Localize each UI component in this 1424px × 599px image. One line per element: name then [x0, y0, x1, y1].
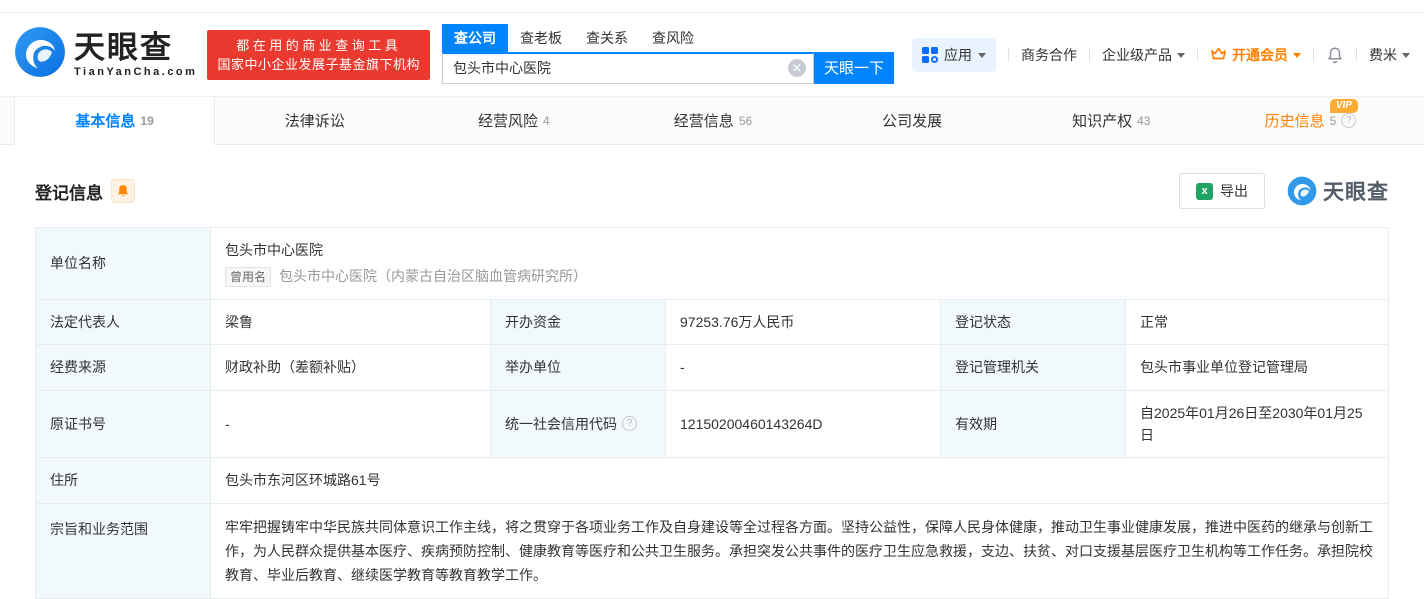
header-search-area: 查公司 查老板 查关系 查风险 ✕ 天眼一下	[442, 26, 894, 84]
slogan-line1: 都在用的商业查询工具	[217, 36, 420, 55]
nav-business-coop[interactable]: 商务合作	[1021, 45, 1077, 65]
tianyancha-logo-icon	[14, 26, 66, 83]
bell-icon	[116, 184, 130, 198]
chevron-down-icon	[1177, 53, 1185, 58]
organizer-value: -	[666, 345, 941, 390]
tab-history-info[interactable]: VIP 历史信息5 ?	[1211, 97, 1410, 144]
excel-icon: x	[1196, 183, 1213, 200]
tab-basic-info[interactable]: 基本信息19	[14, 97, 215, 145]
company-name: 包头市中心医院	[225, 239, 587, 261]
search-button[interactable]: 天眼一下	[814, 52, 894, 84]
legal-rep-label: 法定代表人	[36, 300, 211, 345]
status-value: 正常	[1126, 300, 1389, 345]
authority-value: 包头市事业单位登记管理局	[1126, 345, 1389, 390]
watermark-text: 天眼查	[1323, 176, 1389, 206]
apps-grid-icon	[922, 47, 938, 63]
notification-bell-button[interactable]	[1326, 46, 1344, 64]
top-strip	[0, 0, 1424, 12]
cert-no-label: 原证书号	[36, 391, 211, 459]
authority-label: 登记管理机关	[941, 345, 1126, 390]
legal-rep-value[interactable]: 梁鲁	[211, 300, 491, 345]
tab-company-development[interactable]: 公司发展	[813, 97, 1012, 144]
registration-info-table: 单位名称 包头市中心医院 曾用名 包头市中心医院（内蒙古自治区脑血管病研究所） …	[35, 227, 1389, 599]
nav-enterprise-product[interactable]: 企业级产品	[1102, 45, 1185, 65]
tab-operation-risk[interactable]: 经营风险4	[414, 97, 613, 144]
search-tabs: 查公司 查老板 查关系 查风险	[442, 26, 894, 52]
validity-label: 有效期	[941, 391, 1126, 459]
clear-icon[interactable]: ✕	[788, 59, 806, 77]
vip-badge: VIP	[1330, 99, 1358, 113]
tianyancha-watermark: 天眼查	[1287, 176, 1389, 206]
search-tab-risk[interactable]: 查风险	[640, 24, 706, 52]
address-label: 住所	[36, 458, 211, 503]
open-membership-button[interactable]: 开通会员	[1210, 45, 1301, 65]
divider	[1089, 48, 1090, 62]
registration-section: 登记信息 x 导出 天眼查 单位名称 包头市中心医院	[0, 173, 1424, 599]
divider	[1356, 48, 1357, 62]
credit-code-label: 统一社会信用代码 ?	[491, 391, 666, 459]
company-detail-tabs: 基本信息19 法律诉讼 经营风险4 经营信息56 公司发展 知识产权43 VIP…	[0, 96, 1424, 145]
help-icon[interactable]: ?	[1341, 113, 1356, 128]
brand-slogan-badge: 都在用的商业查询工具 国家中小企业发展子基金旗下机构	[207, 30, 430, 80]
scope-value: 牢牢把握铸牢中华民族共同体意识工作主线，将之贯穿于各项业务工作及自身建设等全过程…	[211, 504, 1389, 599]
former-name-tag: 曾用名	[225, 267, 271, 287]
capital-value: 97253.76万人民币	[666, 300, 941, 345]
tianyancha-watermark-icon	[1287, 176, 1317, 206]
logo-text: 天眼查	[74, 32, 197, 63]
organizer-label: 举办单位	[491, 345, 666, 390]
section-title: 登记信息	[35, 179, 103, 204]
former-name: 包头市中心医院（内蒙古自治区脑血管病研究所）	[279, 265, 587, 287]
chevron-down-icon	[978, 53, 986, 58]
bell-icon	[1326, 46, 1344, 64]
address-value: 包头市东河区环城路61号	[211, 458, 1389, 503]
unit-name-value: 包头市中心医院 曾用名 包头市中心医院（内蒙古自治区脑血管病研究所）	[211, 228, 1389, 300]
cert-no-value: -	[211, 391, 491, 459]
chevron-down-icon	[1293, 53, 1301, 58]
apps-menu-button[interactable]: 应用	[912, 38, 996, 72]
chevron-down-icon	[1402, 53, 1410, 58]
capital-label: 开办资金	[491, 300, 666, 345]
apps-label: 应用	[944, 45, 972, 65]
top-nav: 应用 商务合作 企业级产品 开通会员 费米	[912, 38, 1410, 72]
slogan-line2: 国家中小企业发展子基金旗下机构	[217, 55, 420, 74]
search-input[interactable]	[442, 52, 814, 84]
search-tab-boss[interactable]: 查老板	[508, 24, 574, 52]
search-tab-relation[interactable]: 查关系	[574, 24, 640, 52]
help-icon[interactable]: ?	[622, 416, 637, 431]
tab-business-info[interactable]: 经营信息56	[613, 97, 812, 144]
unit-name-label: 单位名称	[36, 228, 211, 300]
divider	[1197, 48, 1198, 62]
validity-value: 自2025年01月26日至2030年01月25日	[1126, 391, 1389, 459]
funding-value: 财政补助（差额补贴）	[211, 345, 491, 390]
credit-code-value: 12150200460143264D	[666, 391, 941, 459]
username: 费米	[1369, 45, 1397, 65]
divider	[1313, 48, 1314, 62]
divider	[1008, 48, 1009, 62]
search-tab-company[interactable]: 查公司	[442, 24, 508, 52]
logo-domain: TianYanCha.com	[74, 66, 197, 78]
site-header: 天眼查 TianYanCha.com 都在用的商业查询工具 国家中小企业发展子基…	[0, 12, 1424, 96]
tab-legal-litigation[interactable]: 法律诉讼	[215, 97, 414, 144]
scope-label: 宗旨和业务范围	[36, 504, 211, 599]
status-label: 登记状态	[941, 300, 1126, 345]
tab-intellectual-property[interactable]: 知识产权43	[1012, 97, 1211, 144]
crown-icon	[1210, 46, 1227, 64]
tianyancha-logo[interactable]: 天眼查 TianYanCha.com	[14, 26, 197, 83]
funding-label: 经费来源	[36, 345, 211, 390]
user-menu[interactable]: 费米	[1369, 45, 1410, 65]
export-button[interactable]: x 导出	[1179, 173, 1265, 209]
subscribe-bell-button[interactable]	[111, 179, 135, 203]
